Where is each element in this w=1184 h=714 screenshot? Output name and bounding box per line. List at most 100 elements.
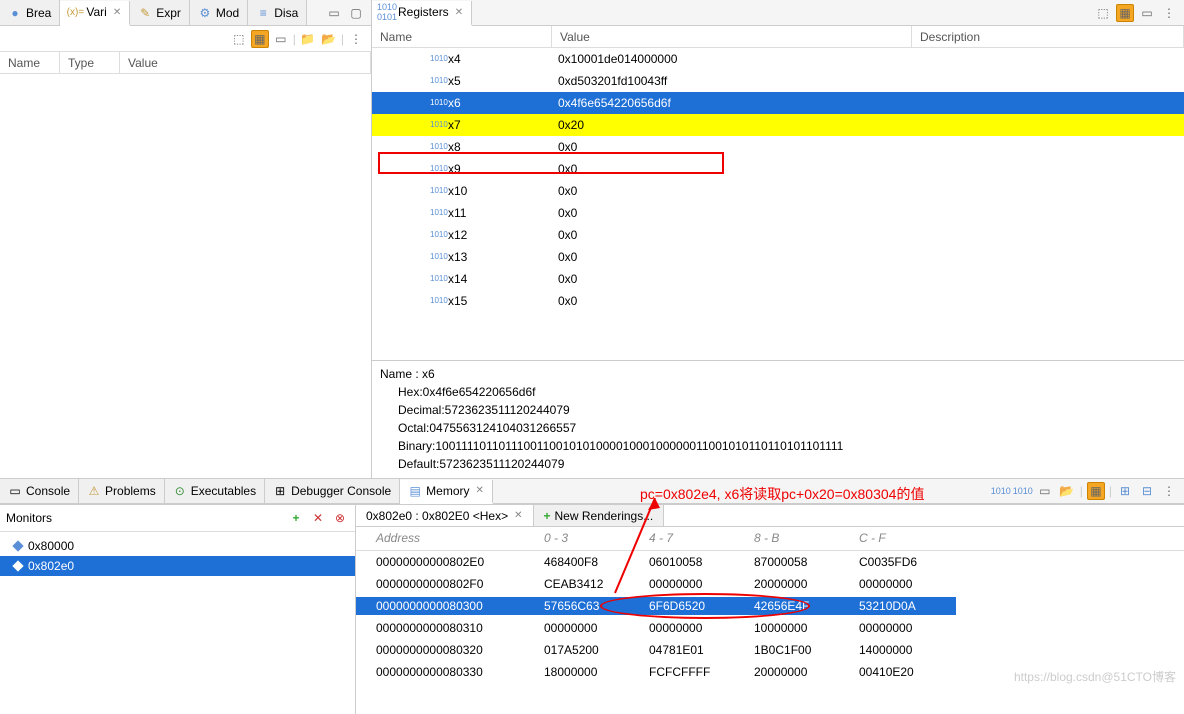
menu-icon[interactable]: ⋮ xyxy=(1160,4,1178,22)
tool-icon[interactable]: ⊟ xyxy=(1138,482,1156,500)
register-icon: 1010 xyxy=(430,252,444,262)
tool-icon[interactable]: ▭ xyxy=(1138,4,1156,22)
remove-monitor-button[interactable]: ✕ xyxy=(309,509,327,527)
tool-icon[interactable]: ⬚ xyxy=(230,30,248,48)
register-icon: 1010 xyxy=(430,230,444,240)
tool-icon[interactable]: ▦ xyxy=(1087,482,1105,500)
tool-icon[interactable]: 📂 xyxy=(320,30,338,48)
memory-tab-hex[interactable]: 0x802e0 : 0x802E0 <Hex>✕ xyxy=(356,505,534,526)
close-icon[interactable]: ✕ xyxy=(455,7,463,18)
diamond-icon xyxy=(12,560,23,571)
tool-icon[interactable]: ▦ xyxy=(1116,4,1134,22)
col-8-b[interactable]: 8 - B xyxy=(746,527,851,550)
memory-icon: ▤ xyxy=(408,484,422,498)
register-row[interactable]: 1010x140x0 xyxy=(372,268,1184,290)
tab-variables[interactable]: (x)=Vari✕ xyxy=(60,1,130,26)
watermark: https://blog.csdn@51CTO博客 xyxy=(1014,668,1176,685)
col-type[interactable]: Type xyxy=(60,52,120,73)
register-icon: 1010 xyxy=(430,186,444,196)
col-4-7[interactable]: 4 - 7 xyxy=(641,527,746,550)
register-icon: 1010 xyxy=(430,296,444,306)
variables-columns: Name Type Value xyxy=(0,52,371,74)
tab-disassembly[interactable]: ≡Disa xyxy=(248,0,307,25)
monitor-item[interactable]: 0x802e0 xyxy=(0,556,355,576)
register-icon: 1010 xyxy=(430,120,444,130)
memory-row[interactable]: 000000000008030057656C636F6D652042656E4F… xyxy=(356,595,1184,617)
col-c-f[interactable]: C - F xyxy=(851,527,956,550)
monitor-list[interactable]: 0x800000x802e0 xyxy=(0,532,355,714)
remove-all-button[interactable]: ⊗ xyxy=(331,509,349,527)
memory-columns: Address 0 - 3 4 - 7 8 - B C - F xyxy=(356,527,1184,551)
registers-icon: 10100101 xyxy=(380,5,394,19)
tool-icon[interactable]: ▭ xyxy=(272,30,290,48)
register-row[interactable]: 1010x120x0 xyxy=(372,224,1184,246)
register-icon: 1010 xyxy=(430,142,444,152)
close-icon[interactable]: ✕ xyxy=(113,7,121,18)
tool-icon[interactable]: 1010 xyxy=(1014,482,1032,500)
tab-memory[interactable]: ▤Memory✕ xyxy=(400,480,493,504)
tool-icon[interactable]: ▦ xyxy=(251,30,269,48)
registers-pane: 10100101 Registers ✕ ⬚ ▦ ▭ ⋮ Name Value … xyxy=(372,0,1184,478)
tab-executables[interactable]: ⊙Executables xyxy=(165,479,265,503)
registers-table[interactable]: 1010x40x10001de0140000001010x50xd503201f… xyxy=(372,48,1184,360)
register-detail: Name : x6 Hex:0x4f6e654220656d6f Decimal… xyxy=(372,360,1184,478)
col-desc[interactable]: Description xyxy=(912,26,1184,47)
tab-expressions[interactable]: ✎Expr xyxy=(130,0,190,25)
col-value[interactable]: Value xyxy=(120,52,371,73)
memory-tab-new[interactable]: +New Renderings... xyxy=(534,505,665,526)
left-top-tabs: ●Brea (x)=Vari✕ ✎Expr ⚙Mod ≡Disa ▭ ▢ xyxy=(0,0,371,26)
tool-icon[interactable]: 1010 xyxy=(992,482,1010,500)
registers-columns: Name Value Description xyxy=(372,26,1184,48)
col-0-3[interactable]: 0 - 3 xyxy=(536,527,641,550)
register-row[interactable]: 1010x130x0 xyxy=(372,246,1184,268)
col-name[interactable]: Name xyxy=(0,52,60,73)
memory-row[interactable]: 0000000000080320017A520004781E011B0C1F00… xyxy=(356,639,1184,661)
close-icon[interactable]: ✕ xyxy=(514,510,522,521)
console-icon: ▭ xyxy=(8,484,22,498)
tool-icon[interactable]: 📂 xyxy=(1058,482,1076,500)
add-monitor-button[interactable]: + xyxy=(287,509,305,527)
memory-row[interactable]: 0000000000080310000000000000000010000000… xyxy=(356,617,1184,639)
minimize-icon[interactable]: ▭ xyxy=(325,4,343,22)
monitor-item[interactable]: 0x80000 xyxy=(0,536,355,556)
memory-tabs: 0x802e0 : 0x802E0 <Hex>✕ +New Renderings… xyxy=(356,505,1184,527)
register-row[interactable]: 1010x150x0 xyxy=(372,290,1184,312)
memory-body[interactable]: 00000000000802E0468400F80601005887000058… xyxy=(356,551,1184,683)
variables-icon: (x)= xyxy=(68,5,82,19)
tool-icon[interactable]: ⬚ xyxy=(1094,4,1112,22)
maximize-icon[interactable]: ▢ xyxy=(347,4,365,22)
tab-breakpoints[interactable]: ●Brea xyxy=(0,0,60,25)
bottom-tabs: ▭Console ⚠Problems ⊙Executables ⊞Debugge… xyxy=(0,478,1184,504)
expr-icon: ✎ xyxy=(138,6,152,20)
menu-icon[interactable]: ⋮ xyxy=(1160,482,1178,500)
register-row[interactable]: 1010x110x0 xyxy=(372,202,1184,224)
tool-icon[interactable]: ▭ xyxy=(1036,482,1054,500)
breakpoint-icon: ● xyxy=(8,6,22,20)
register-row[interactable]: 1010x70x20 xyxy=(372,114,1184,136)
register-icon: 1010 xyxy=(430,274,444,284)
register-icon: 1010 xyxy=(430,76,444,86)
tab-problems[interactable]: ⚠Problems xyxy=(79,479,165,503)
variables-toolbar: ⬚ ▦ ▭ | 📁 📂 | ⋮ xyxy=(0,26,371,52)
highlight-box xyxy=(378,152,724,174)
tool-icon[interactable]: ⊞ xyxy=(1116,482,1134,500)
register-icon: 1010 xyxy=(430,208,444,218)
register-row[interactable]: 1010x40x10001de014000000 xyxy=(372,48,1184,70)
col-value[interactable]: Value xyxy=(552,26,912,47)
register-row[interactable]: 1010x60x4f6e654220656d6f xyxy=(372,92,1184,114)
debug-console-icon: ⊞ xyxy=(273,484,287,498)
col-address[interactable]: Address xyxy=(356,527,536,550)
tab-modules[interactable]: ⚙Mod xyxy=(190,0,248,25)
tab-registers[interactable]: 10100101 Registers ✕ xyxy=(372,1,472,26)
close-icon[interactable]: ✕ xyxy=(476,485,484,496)
memory-row[interactable]: 00000000000802F0CEAB34120000000020000000… xyxy=(356,573,1184,595)
tool-icon[interactable]: 📁 xyxy=(299,30,317,48)
mod-icon: ⚙ xyxy=(198,6,212,20)
col-name[interactable]: Name xyxy=(372,26,552,47)
tab-console[interactable]: ▭Console xyxy=(0,479,79,503)
tab-debugger-console[interactable]: ⊞Debugger Console xyxy=(265,479,400,503)
menu-icon[interactable]: ⋮ xyxy=(347,30,365,48)
register-row[interactable]: 1010x50xd503201fd10043ff xyxy=(372,70,1184,92)
register-row[interactable]: 1010x100x0 xyxy=(372,180,1184,202)
memory-row[interactable]: 00000000000802E0468400F80601005887000058… xyxy=(356,551,1184,573)
